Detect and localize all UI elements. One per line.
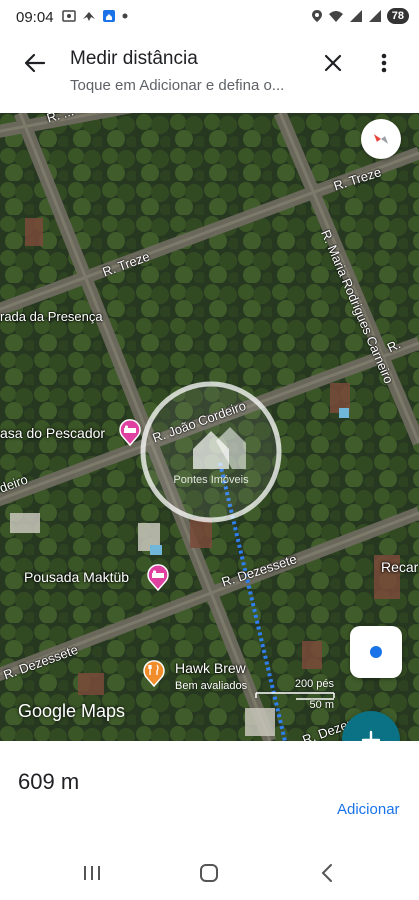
watermark-logo: Pontes Imóveis <box>140 381 282 523</box>
home-app-icon <box>103 10 115 22</box>
scale-label-feet: 200 pés <box>294 678 334 690</box>
more-options-button[interactable] <box>372 48 396 78</box>
poi-label[interactable]: Pousada Maktüb <box>24 569 129 585</box>
home-button[interactable] <box>194 860 224 886</box>
hotel-icon[interactable] <box>146 563 170 591</box>
my-location-icon <box>368 644 384 660</box>
poi-label[interactable]: Hawk Brew <box>175 660 246 676</box>
google-maps-logo: Google Maps <box>18 701 126 721</box>
bottom-sheet: 609 m Adicionar <box>0 741 419 846</box>
dot-icon <box>122 13 128 19</box>
recent-apps-icon <box>84 866 100 880</box>
distance-value: 609 m <box>18 769 80 794</box>
arrow-back-icon <box>24 53 46 73</box>
poi-label[interactable]: asa do Pescador <box>0 425 105 441</box>
edge-label: Recar <box>381 559 419 575</box>
map-view[interactable]: Pontes Imóveis R. ... R. Treze R. Treze … <box>0 113 419 741</box>
chevron-left-icon <box>321 864 332 882</box>
more-vert-icon <box>381 53 387 73</box>
watermark-text: Pontes Imóveis <box>173 474 249 486</box>
signal-icon <box>368 10 381 22</box>
location-icon <box>311 10 322 22</box>
my-location-button[interactable] <box>350 626 402 678</box>
bird-icon <box>83 12 95 21</box>
street-label: rada da Presença <box>0 309 103 324</box>
battery-indicator: 78 <box>386 8 409 24</box>
hotel-icon[interactable] <box>118 418 142 446</box>
restaurant-icon[interactable] <box>142 659 166 687</box>
status-time: 09:04 <box>16 9 54 26</box>
home-icon <box>200 864 218 882</box>
map-scale: 200 pés 50 m <box>246 678 336 718</box>
compass-button[interactable] <box>361 119 401 159</box>
back-button[interactable] <box>20 48 50 78</box>
close-icon <box>324 54 342 72</box>
recent-apps-button[interactable] <box>77 860 107 886</box>
add-button[interactable]: Adicionar <box>337 801 400 818</box>
compass-icon <box>373 134 389 144</box>
screenshot-icon <box>62 10 76 22</box>
close-button[interactable] <box>318 48 348 78</box>
page-subtitle: Toque em Adicionar e defina o... <box>70 77 285 94</box>
poi-subtitle: Bem avaliados <box>175 680 248 692</box>
signal-icon <box>349 10 362 22</box>
wifi-icon <box>328 11 343 22</box>
page-title: Medir distância <box>70 48 198 69</box>
status-bar: 09:04 78 <box>0 0 419 36</box>
back-nav-button[interactable] <box>312 860 342 886</box>
system-nav-bar <box>0 846 419 900</box>
app-header: Medir distância Toque em Adicionar e def… <box>0 36 419 113</box>
scale-label-meters: 50 m <box>309 699 334 711</box>
